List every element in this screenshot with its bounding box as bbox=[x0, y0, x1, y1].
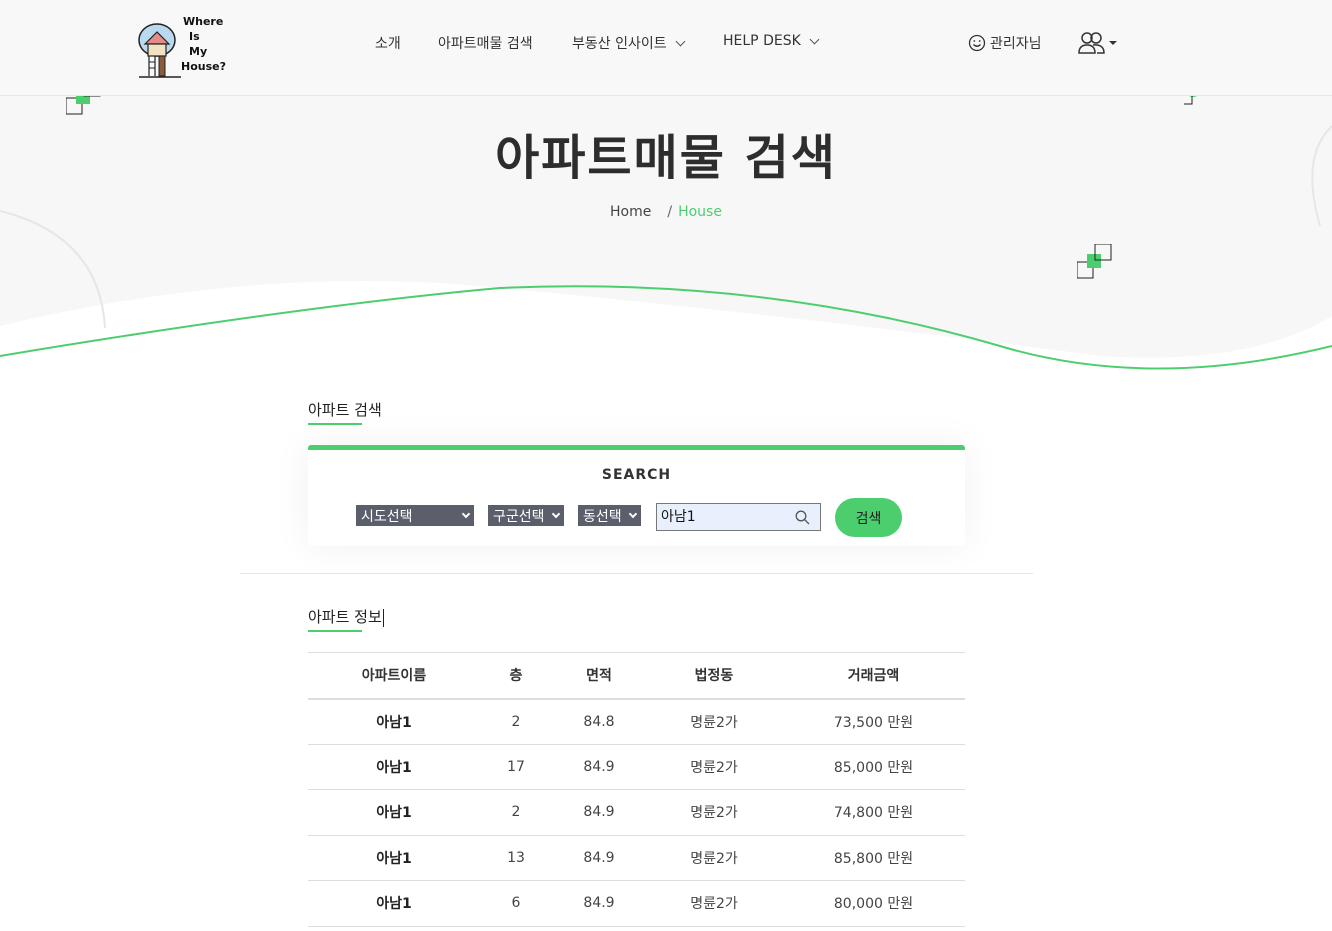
cell-name: 아남1 bbox=[308, 698, 480, 745]
results-title-text: 아파트 정보 bbox=[308, 608, 382, 626]
decor-squares-icon bbox=[66, 96, 101, 115]
table-row[interactable]: 아남1 13 84.9 명륜2가 85,800 만원 bbox=[308, 835, 965, 881]
cell-dong: 명륜2가 bbox=[646, 880, 782, 927]
smile-icon bbox=[968, 34, 986, 52]
logo-word-2: Is bbox=[189, 30, 200, 43]
logo-word-4: House? bbox=[181, 60, 226, 73]
admin-user-link[interactable]: 관리자님 bbox=[968, 33, 1042, 53]
gugun-select[interactable]: 구군선택 bbox=[488, 505, 564, 526]
table-row[interactable]: 아남1 2 84.8 명륜2가 73,500 만원 bbox=[308, 698, 965, 745]
nav-item-label: 아파트매물 검색 bbox=[438, 36, 533, 52]
cell-dong: 명륜2가 bbox=[646, 789, 782, 836]
cell-floor: 17 bbox=[480, 744, 552, 790]
column-header-floor: 층 bbox=[480, 652, 552, 700]
decor-squares-icon bbox=[1077, 244, 1112, 279]
table-header-row: 아파트이름 층 면적 법정동 거래금액 bbox=[308, 652, 965, 700]
nav-item-label: 부동산 인사이트 bbox=[572, 36, 667, 52]
nav-item-label: HELP DESK bbox=[723, 33, 801, 49]
cell-floor: 2 bbox=[480, 789, 552, 836]
column-header-area: 면적 bbox=[552, 652, 646, 700]
dong-select[interactable]: 동선택 bbox=[578, 505, 641, 526]
cell-price: 80,000 만원 bbox=[782, 880, 965, 927]
chevron-down-icon bbox=[551, 509, 561, 518]
cell-floor: 13 bbox=[480, 835, 552, 881]
admin-label: 관리자님 bbox=[990, 36, 1042, 52]
column-header-name: 아파트이름 bbox=[308, 652, 480, 700]
text-cursor bbox=[382, 608, 384, 627]
nav-item-apartment-search[interactable]: 아파트매물 검색 bbox=[438, 33, 533, 53]
chevron-down-icon bbox=[628, 509, 638, 518]
logo-text: Where Is My House? bbox=[181, 14, 226, 74]
section-underline bbox=[308, 630, 362, 632]
cell-area: 84.9 bbox=[552, 789, 646, 836]
nav-item-intro[interactable]: 소개 bbox=[375, 33, 401, 53]
site-logo[interactable]: Where Is My House? bbox=[137, 14, 227, 82]
user-menu-button[interactable] bbox=[1078, 31, 1117, 55]
cell-dong: 명륜2가 bbox=[646, 744, 782, 790]
breadcrumb-current: House bbox=[678, 204, 722, 220]
cell-name: 아남1 bbox=[308, 880, 480, 927]
nav-item-helpdesk[interactable]: HELP DESK bbox=[723, 33, 820, 49]
chevron-down-icon bbox=[675, 36, 686, 46]
users-icon bbox=[1078, 32, 1105, 54]
cell-dong: 명륜2가 bbox=[646, 835, 782, 881]
search-section-title: 아파트 검색 bbox=[308, 401, 382, 419]
treehouse-logo-icon bbox=[138, 23, 181, 78]
logo-word-1: Where bbox=[183, 15, 224, 28]
breadcrumb-home[interactable]: Home bbox=[610, 204, 651, 220]
sido-select-value: 시도선택 bbox=[361, 508, 413, 525]
cell-area: 84.9 bbox=[552, 835, 646, 881]
cell-name: 아남1 bbox=[308, 835, 480, 881]
cell-price: 74,800 만원 bbox=[782, 789, 965, 836]
table-row[interactable]: 아남1 2 84.9 명륜2가 74,800 만원 bbox=[308, 789, 965, 836]
logo-word-3: My bbox=[189, 45, 208, 58]
section-underline bbox=[308, 423, 362, 425]
sido-select[interactable]: 시도선택 bbox=[356, 505, 474, 526]
chevron-down-icon bbox=[461, 509, 471, 518]
page-title: 아파트매물 검색 bbox=[495, 130, 837, 186]
site-header: Where Is My House? 소개 아파트매물 검색 부동산 인사이트 … bbox=[0, 0, 1332, 96]
search-input-value: 아남1 bbox=[661, 509, 696, 525]
section-divider bbox=[240, 573, 1033, 574]
cell-name: 아남1 bbox=[308, 744, 480, 790]
search-card: SEARCH 시도선택 구군선택 동선택 아남1 검색 bbox=[308, 445, 965, 546]
cell-name: 아남1 bbox=[308, 789, 480, 836]
column-header-dong: 법정동 bbox=[646, 652, 782, 700]
search-card-label: SEARCH bbox=[601, 467, 672, 483]
caret-down-icon bbox=[1109, 41, 1117, 45]
cell-price: 85,800 만원 bbox=[782, 835, 965, 881]
cell-area: 84.9 bbox=[552, 744, 646, 790]
results-section-title: 아파트 정보 bbox=[308, 606, 384, 627]
page-hero: 아파트매물 검색 Home / House bbox=[0, 96, 1332, 396]
apartment-table: 아파트이름 층 면적 법정동 거래금액 아남1 2 84.8 명륜2가 73,5… bbox=[308, 652, 965, 927]
cell-price: 85,000 만원 bbox=[782, 744, 965, 790]
gugun-select-value: 구군선택 bbox=[493, 508, 545, 525]
cell-area: 84.8 bbox=[552, 698, 646, 745]
breadcrumb: Home / House bbox=[0, 204, 1332, 220]
chevron-down-icon bbox=[809, 34, 820, 44]
nav-item-insight[interactable]: 부동산 인사이트 bbox=[572, 33, 686, 53]
dong-select-value: 동선택 bbox=[583, 508, 622, 525]
search-button[interactable]: 검색 bbox=[835, 498, 902, 537]
table-row[interactable]: 아남1 17 84.9 명륜2가 85,000 만원 bbox=[308, 744, 965, 790]
cell-dong: 명륜2가 bbox=[646, 698, 782, 745]
nav-item-label: 소개 bbox=[375, 36, 401, 52]
cell-price: 73,500 만원 bbox=[782, 698, 965, 745]
table-row[interactable]: 아남1 6 84.9 명륜2가 80,000 만원 bbox=[308, 880, 965, 927]
cell-floor: 2 bbox=[480, 698, 552, 745]
apartment-search-input[interactable]: 아남1 bbox=[656, 503, 821, 531]
decor-dot-icon bbox=[1184, 96, 1197, 105]
cell-area: 84.9 bbox=[552, 880, 646, 927]
breadcrumb-separator: / bbox=[667, 204, 673, 220]
cell-floor: 6 bbox=[480, 880, 552, 927]
column-header-price: 거래금액 bbox=[782, 652, 965, 700]
search-icon[interactable] bbox=[795, 510, 810, 525]
